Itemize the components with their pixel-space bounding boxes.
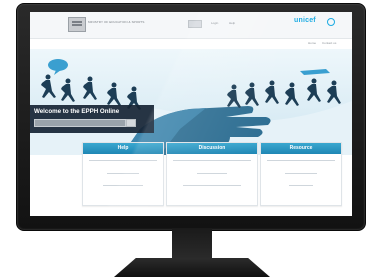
hero-banner <box>30 49 352 155</box>
card-header: Resource <box>261 143 341 154</box>
sub-navigation: Home Contact us <box>30 39 352 49</box>
welcome-submit-button[interactable] <box>126 119 136 127</box>
org-name: MINISTRY OF EDUCATION & SPORTS <box>88 20 145 24</box>
home-link[interactable]: Home <box>308 41 316 45</box>
card-text-line <box>289 185 313 186</box>
monitor-stand-base <box>114 258 270 277</box>
card-text-line <box>173 160 251 161</box>
card-text-line <box>107 173 139 174</box>
welcome-title: Welcome to the EPPH Online <box>34 108 120 115</box>
crest-icon[interactable] <box>68 17 86 32</box>
speech-bubble-icon <box>48 59 68 71</box>
card-discussion[interactable]: Discussion <box>166 142 258 206</box>
search-button[interactable] <box>188 20 202 28</box>
card-title: Discussion <box>198 145 226 151</box>
card-title: Resource <box>289 145 313 151</box>
card-header: Help <box>83 143 163 154</box>
website-screen: MINISTRY OF EDUCATION & SPORTS Login Hel… <box>30 12 352 216</box>
card-title: Help <box>117 145 129 151</box>
card-text-line <box>89 160 157 161</box>
login-link[interactable]: Login <box>211 21 218 25</box>
card-text-line <box>285 173 317 174</box>
card-text-line <box>267 160 335 161</box>
card-header: Discussion <box>167 143 257 154</box>
welcome-panel: Welcome to the EPPH Online <box>30 105 154 133</box>
contact-link[interactable]: Contact us <box>322 41 336 45</box>
card-text-line <box>103 185 143 186</box>
card-help[interactable]: Help <box>82 142 164 206</box>
globe-icon <box>327 18 335 26</box>
help-link[interactable]: Help <box>229 21 235 25</box>
hero-illustration <box>30 49 352 155</box>
card-text-line <box>197 173 227 174</box>
welcome-input[interactable] <box>34 119 126 127</box>
brand-logo: unicef <box>294 17 316 24</box>
card-resource[interactable]: Resource <box>260 142 342 206</box>
card-text-line <box>183 185 241 186</box>
monitor-stand-neck <box>172 228 212 260</box>
site-header: MINISTRY OF EDUCATION & SPORTS Login Hel… <box>30 12 352 39</box>
